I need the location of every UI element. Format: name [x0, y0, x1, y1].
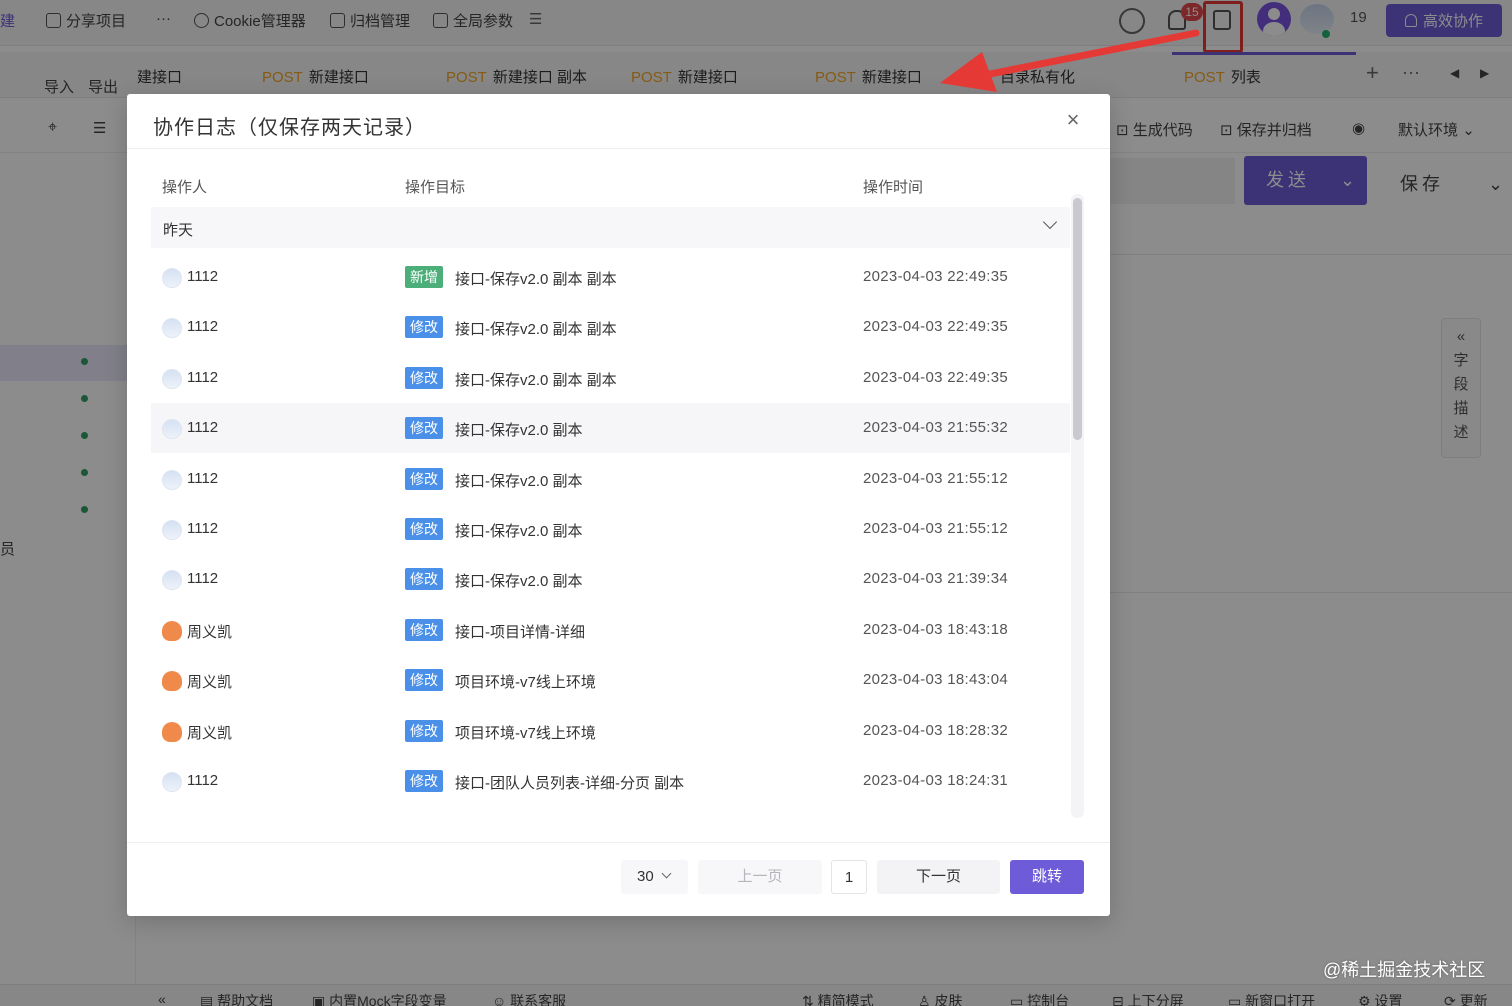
- action-badge: 新增: [405, 266, 443, 288]
- avatar: [162, 671, 182, 692]
- operator-name: 1112: [187, 368, 219, 386]
- operator-name: 1112: [187, 772, 219, 789]
- action-badge: 修改: [405, 618, 443, 641]
- log-row[interactable]: 周义凯 修改 接口-项目详情-详细 2023-04-03 18:43:18: [151, 605, 1070, 655]
- operation-time: 2023-04-03 21:55:12: [863, 520, 1008, 537]
- operator-name: 周义凯: [187, 623, 233, 641]
- column-header-target: 操作目标: [405, 179, 466, 196]
- chevron-down-icon: [661, 868, 672, 879]
- log-row[interactable]: 周义凯 修改 项目环境-v7线上环境 2023-04-03 18:43:04: [151, 655, 1070, 705]
- operator-name: 周义凯: [187, 674, 233, 692]
- log-row[interactable]: 1112 新增 接口-保存v2.0 副本 副本 2023-04-03 22:49:35: [151, 252, 1070, 302]
- action-badge: 修改: [405, 568, 443, 591]
- action-badge: 修改: [405, 719, 443, 742]
- page-size-value: 30: [637, 868, 654, 885]
- page-size-select[interactable]: 30: [621, 860, 688, 894]
- operation-time: 2023-04-03 21:55:32: [863, 419, 1008, 437]
- action-badge: 修改: [405, 316, 443, 339]
- log-row[interactable]: 1112 修改 接口-保存v2.0 副本 2023-04-03 21:55:12: [151, 454, 1070, 504]
- operation-target: 接口-团队人员列表-详细-分页 副本: [455, 775, 685, 792]
- operation-target: 接口-保存v2.0 副本: [455, 523, 583, 540]
- page-number-input[interactable]: 1: [831, 860, 867, 894]
- operation-target: 接口-保存v2.0 副本: [455, 573, 583, 591]
- avatar: [162, 620, 182, 641]
- action-badge: 修改: [405, 518, 443, 540]
- close-icon[interactable]: ×: [1064, 109, 1082, 131]
- group-header-yesterday[interactable]: 昨天: [151, 207, 1070, 248]
- avatar: [162, 318, 182, 339]
- operation-target: 接口-保存v2.0 副本: [455, 472, 583, 490]
- modal-title: 协作日志（仅保存两天记录）: [153, 117, 426, 139]
- log-row[interactable]: 1112 修改 接口-团队人员列表-详细-分页 副本 2023-04-03 18:24…: [151, 756, 1070, 806]
- column-header-operator: 操作人: [162, 179, 208, 196]
- jump-button[interactable]: 跳转: [1010, 860, 1084, 894]
- column-header-time: 操作时间: [863, 179, 924, 196]
- avatar: [162, 419, 182, 440]
- watermark: @稀土掘金技术社区: [1323, 960, 1486, 980]
- operation-target: 项目环境-v7线上环境: [455, 674, 596, 692]
- operation-target: 项目环境-v7线上环境: [455, 724, 596, 742]
- log-row[interactable]: 1112 修改 接口-保存v2.0 副本 副本 2023-04-03 22:49:35: [151, 302, 1070, 352]
- modal-header: 协作日志（仅保存两天记录） ×: [127, 94, 1110, 149]
- operation-target: 接口-保存v2.0 副本: [455, 422, 583, 440]
- operator-name: 1112: [187, 520, 219, 537]
- scrollbar-thumb[interactable]: [1073, 198, 1082, 440]
- operation-time: 2023-04-03 21:39:34: [863, 570, 1008, 588]
- operation-time: 2023-04-03 18:43:18: [863, 620, 1008, 638]
- chevron-down-icon[interactable]: [1042, 214, 1058, 230]
- operation-time: 2023-04-03 22:49:35: [863, 368, 1008, 386]
- operation-time: 2023-04-03 18:24:31: [863, 772, 1008, 789]
- operation-time: 2023-04-03 21:55:12: [863, 469, 1008, 487]
- avatar: [162, 268, 182, 288]
- avatar: [162, 520, 182, 540]
- operation-time: 2023-04-03 22:49:35: [863, 318, 1008, 336]
- operation-target: 接口-项目详情-详细: [455, 623, 585, 641]
- avatar: [162, 570, 182, 591]
- operation-target: 接口-保存v2.0 副本 副本: [455, 371, 617, 389]
- avatar: [162, 772, 182, 792]
- log-row[interactable]: 1112 修改 接口-保存v2.0 副本 2023-04-03 21:39:34: [151, 554, 1070, 604]
- divider: [127, 842, 1110, 843]
- avatar: [162, 469, 182, 490]
- operator-name: 1112: [187, 570, 219, 588]
- operation-target: 接口-保存v2.0 副本 副本: [455, 321, 617, 339]
- operation-target: 接口-保存v2.0 副本 副本: [455, 271, 617, 288]
- operator-name: 周义凯: [187, 724, 233, 742]
- prev-page-button[interactable]: 上一页: [698, 860, 822, 894]
- collab-log-modal: 协作日志（仅保存两天记录） × 操作人 操作目标 操作时间 昨天 30 上一页 …: [127, 94, 1110, 916]
- next-page-button[interactable]: 下一页: [877, 860, 1000, 894]
- action-badge: 修改: [405, 417, 443, 440]
- avatar: [162, 368, 182, 389]
- log-row[interactable]: 1112 修改 接口-保存v2.0 副本 2023-04-03 21:55:32: [151, 403, 1070, 454]
- action-badge: 修改: [405, 669, 443, 692]
- operator-name: 1112: [187, 268, 219, 285]
- log-row[interactable]: 1112 修改 接口-保存v2.0 副本 副本 2023-04-03 22:49:35: [151, 353, 1070, 403]
- operator-name: 1112: [187, 318, 219, 336]
- group-label: 昨天: [163, 222, 194, 239]
- operator-name: 1112: [187, 419, 219, 437]
- action-badge: 修改: [405, 770, 443, 792]
- operator-name: 1112: [187, 469, 219, 487]
- avatar: [162, 721, 182, 742]
- log-row[interactable]: 周义凯 修改 项目环境-v7线上环境 2023-04-03 18:28:32: [151, 706, 1070, 756]
- operation-time: 2023-04-03 18:28:32: [863, 721, 1008, 739]
- operation-time: 2023-04-03 18:43:04: [863, 671, 1008, 689]
- action-badge: 修改: [405, 366, 443, 389]
- action-badge: 修改: [405, 467, 443, 490]
- log-row[interactable]: 1112 修改 接口-保存v2.0 副本 2023-04-03 21:55:12: [151, 504, 1070, 554]
- operation-time: 2023-04-03 22:49:35: [863, 268, 1008, 285]
